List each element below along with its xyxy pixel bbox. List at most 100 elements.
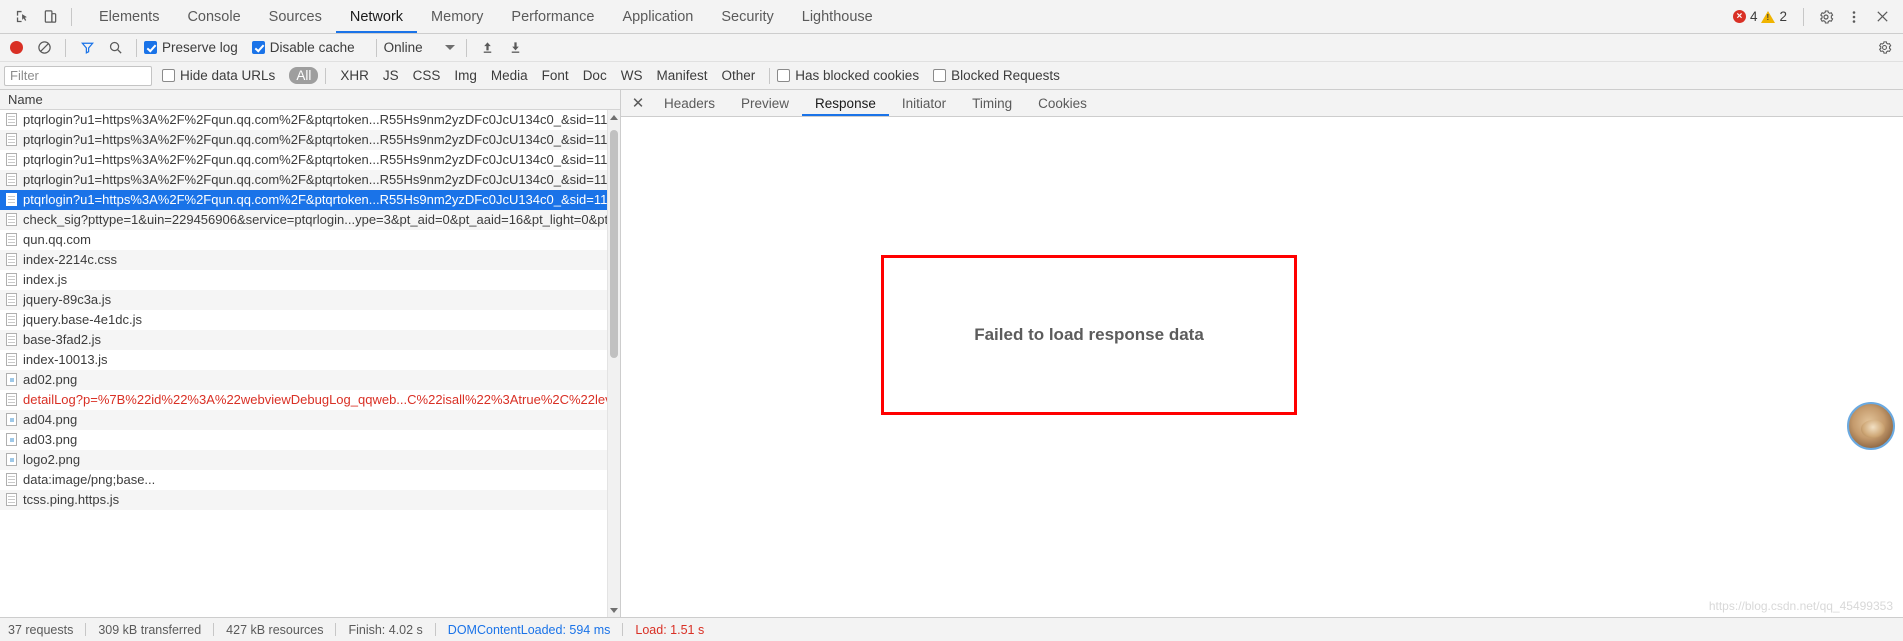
request-list[interactable]: ptqrlogin?u1=https%3A%2F%2Fqun.qq.com%2F…: [0, 110, 620, 617]
scrollbar-thumb[interactable]: [610, 130, 618, 358]
table-row[interactable]: ad02.png: [0, 370, 620, 390]
more-vertical-icon[interactable]: [1841, 4, 1867, 30]
table-row[interactable]: data:image/png;base...: [0, 470, 620, 490]
checkbox-box: [777, 69, 791, 82]
doc-icon: [6, 133, 17, 146]
detail-tab-headers[interactable]: Headers: [651, 90, 728, 116]
checkbox-box: [251, 41, 265, 54]
close-icon[interactable]: [1869, 4, 1895, 30]
filter-input[interactable]: [4, 65, 152, 86]
scroll-up-arrow[interactable]: [608, 110, 620, 124]
table-row[interactable]: tcss.ping.https.js: [0, 490, 620, 510]
table-row[interactable]: index-10013.js: [0, 350, 620, 370]
tab-label: Performance: [511, 8, 595, 25]
column-header-label: Name: [8, 92, 43, 107]
summary-resources: 427 kB resources: [226, 622, 324, 637]
type-filter-manifest[interactable]: Manifest: [649, 67, 714, 84]
table-row[interactable]: jquery.base-4e1dc.js: [0, 310, 620, 330]
scroll-down-arrow[interactable]: [608, 603, 620, 617]
type-filter-media[interactable]: Media: [484, 67, 535, 84]
toolbar-divider: [71, 7, 72, 26]
hide-data-urls-checkbox[interactable]: Hide data URLs: [162, 68, 275, 83]
search-icon[interactable]: [101, 35, 129, 61]
table-row[interactable]: qun.qq.com: [0, 230, 620, 250]
network-settings-gear-icon[interactable]: [1871, 35, 1897, 61]
table-row[interactable]: index-2214c.css: [0, 250, 620, 270]
type-filter-ws[interactable]: WS: [614, 67, 650, 84]
tab-lighthouse[interactable]: Lighthouse: [788, 0, 887, 33]
table-row[interactable]: base-3fad2.js: [0, 330, 620, 350]
gear-icon[interactable]: [1813, 4, 1839, 30]
table-row[interactable]: jquery-89c3a.js: [0, 290, 620, 310]
tab-performance[interactable]: Performance: [497, 0, 608, 33]
detail-tab-timing[interactable]: Timing: [959, 90, 1025, 116]
tab-label: Security: [721, 8, 774, 25]
type-filter-all[interactable]: All: [289, 67, 319, 84]
checkbox-box: [162, 69, 175, 82]
inspect-element-icon[interactable]: [8, 4, 36, 30]
type-filter-js[interactable]: JS: [376, 67, 406, 84]
tab-network[interactable]: Network: [335, 0, 418, 33]
network-request-panel: Name ptqrlogin?u1=https%3A%2F%2Fqun.qq.c…: [0, 90, 621, 617]
request-list-scrollbar[interactable]: [607, 110, 620, 617]
request-name: index-10013.js: [23, 352, 108, 367]
table-row[interactable]: index.js: [0, 270, 620, 290]
device-toolbar-icon[interactable]: [36, 4, 64, 30]
table-row[interactable]: ptqrlogin?u1=https%3A%2F%2Fqun.qq.com%2F…: [0, 190, 620, 210]
table-row[interactable]: ptqrlogin?u1=https%3A%2F%2Fqun.qq.com%2F…: [0, 130, 620, 150]
tab-memory[interactable]: Memory: [417, 0, 497, 33]
detail-tab-preview[interactable]: Preview: [728, 90, 802, 116]
filter-divider: [769, 67, 771, 84]
table-row[interactable]: ad04.png: [0, 410, 620, 430]
throttling-dropdown[interactable]: Online: [384, 40, 455, 55]
column-header-name[interactable]: Name: [0, 90, 620, 110]
devtools-window: Elements Console Sources Network Memory …: [0, 0, 1903, 641]
tab-console[interactable]: Console: [173, 0, 254, 33]
import-har-icon[interactable]: [474, 35, 502, 61]
close-detail-icon[interactable]: ✕: [625, 90, 651, 116]
table-row[interactable]: ptqrlogin?u1=https%3A%2F%2Fqun.qq.com%2F…: [0, 150, 620, 170]
tab-label: Console: [187, 8, 241, 25]
detail-tab-initiator[interactable]: Initiator: [889, 90, 959, 116]
detail-tab-response[interactable]: Response: [802, 90, 889, 116]
has-blocked-cookies-checkbox[interactable]: Has blocked cookies: [777, 68, 919, 83]
table-row[interactable]: ptqrlogin?u1=https%3A%2F%2Fqun.qq.com%2F…: [0, 170, 620, 190]
summary-finish: Finish: 4.02 s: [348, 622, 423, 637]
type-filter-font[interactable]: Font: [535, 67, 576, 84]
tab-elements[interactable]: Elements: [85, 0, 173, 33]
table-row[interactable]: detailLog?p=%7B%22id%22%3A%22webviewDebu…: [0, 390, 620, 410]
net-toolbar-divider-1: [65, 38, 66, 57]
request-name: detailLog?p=%7B%22id%22%3A%22webviewDebu…: [23, 392, 620, 407]
clear-icon[interactable]: [30, 35, 58, 61]
export-har-icon[interactable]: [502, 35, 530, 61]
checkbox-box: [933, 69, 947, 82]
detail-tab-cookies[interactable]: Cookies: [1025, 90, 1100, 116]
hide-data-urls-label: Hide data URLs: [180, 68, 276, 83]
doc-icon: [6, 233, 17, 246]
table-row[interactable]: ad03.png: [0, 430, 620, 450]
net-toolbar-divider-3: [375, 38, 377, 57]
tab-security[interactable]: Security: [707, 0, 787, 33]
request-name: ptqrlogin?u1=https%3A%2F%2Fqun.qq.com%2F…: [23, 172, 620, 187]
net-toolbar-divider-2: [136, 38, 137, 57]
tab-sources[interactable]: Sources: [255, 0, 336, 33]
request-detail-panel: ✕ Headers Preview Response Initiator Tim…: [621, 90, 1903, 617]
type-filter-img[interactable]: Img: [447, 67, 484, 84]
type-filter-xhr[interactable]: XHR: [333, 67, 376, 84]
filter-icon[interactable]: [73, 35, 101, 61]
preserve-log-checkbox[interactable]: Preserve log: [144, 40, 238, 55]
throttling-value: Online: [383, 40, 423, 55]
issues-counter[interactable]: × 4 2: [1726, 7, 1794, 26]
blocked-requests-checkbox[interactable]: Blocked Requests: [933, 68, 1060, 83]
table-row[interactable]: check_sig?pttype=1&uin=229456906&service…: [0, 210, 620, 230]
type-filter-css[interactable]: CSS: [406, 67, 448, 84]
request-name: data:image/png;base...: [23, 472, 156, 487]
tab-application[interactable]: Application: [608, 0, 707, 33]
disable-cache-checkbox[interactable]: Disable cache: [251, 40, 355, 55]
type-filter-other[interactable]: Other: [714, 67, 762, 84]
record-button[interactable]: [10, 41, 23, 54]
table-row[interactable]: logo2.png: [0, 450, 620, 470]
type-filter-doc[interactable]: Doc: [576, 67, 614, 84]
table-row[interactable]: ptqrlogin?u1=https%3A%2F%2Fqun.qq.com%2F…: [0, 110, 620, 130]
tab-label: Elements: [99, 8, 160, 25]
